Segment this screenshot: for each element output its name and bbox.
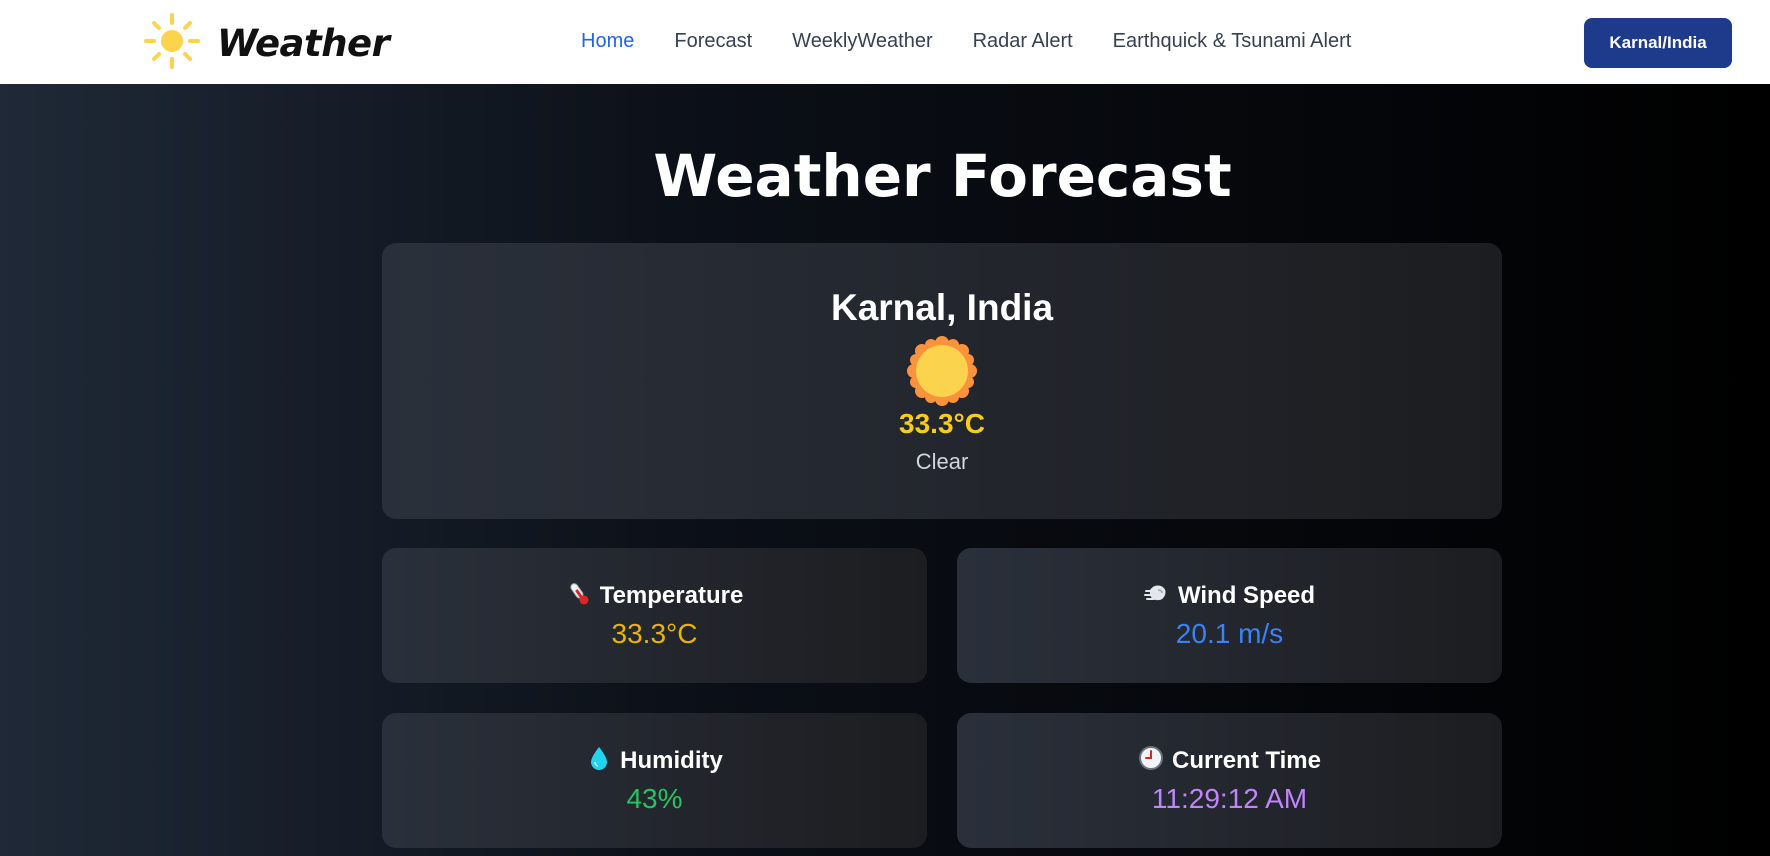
clock-icon: [1138, 745, 1164, 776]
temperature-value: 33.3°C: [611, 618, 698, 649]
current-time-card: Current Time 11:29:12 AM: [957, 713, 1502, 848]
nav-weekly-weather[interactable]: WeeklyWeather: [792, 30, 932, 53]
droplet-icon: [586, 745, 612, 776]
current-temperature: 33.3°C: [899, 408, 985, 439]
current-weather-card: Karnal, India 33.3°C Clear: [382, 243, 1502, 519]
weather-condition: Clear: [915, 449, 969, 474]
nav-radar-alert[interactable]: Radar Alert: [973, 30, 1073, 53]
page-title: Weather Forecast: [653, 142, 1232, 210]
location-button[interactable]: Karnal/India: [1584, 18, 1732, 68]
humidity-value: 43%: [626, 783, 683, 814]
current-time-value: 11:29:12 AM: [1151, 783, 1308, 814]
main-nav: Home Forecast WeeklyWeather Radar Alert …: [581, 30, 1351, 53]
humidity-card: Humidity 43%: [382, 713, 927, 848]
navbar: Weather Home Forecast WeeklyWeather Rada…: [0, 0, 1770, 84]
main-content: Weather Forecast Karnal, India 33.3°C Cl…: [0, 84, 1770, 856]
nav-forecast[interactable]: Forecast: [674, 30, 752, 53]
sun-icon: [904, 333, 980, 409]
wind-speed-label: Wind Speed: [1177, 581, 1316, 609]
humidity-label: Humidity: [620, 746, 723, 774]
nav-earthquake-tsunami-alert[interactable]: Earthquick & Tsunami Alert: [1113, 30, 1352, 53]
thermometer-icon: [566, 580, 592, 611]
brand[interactable]: Weather: [143, 12, 390, 75]
nav-home[interactable]: Home: [581, 30, 634, 53]
sun-icon: [143, 12, 201, 75]
wind-speed-card: Wind Speed 20.1 m/s: [957, 548, 1502, 683]
wind-icon: [1143, 580, 1170, 611]
wind-speed-value: 20.1 m/s: [1175, 618, 1284, 649]
current-time-label: Current Time: [1172, 746, 1321, 774]
brand-name: Weather: [217, 21, 390, 65]
city-name: Karnal, India: [830, 287, 1054, 328]
temperature-card: Temperature 33.3°C: [382, 548, 927, 683]
temperature-label: Temperature: [599, 581, 744, 609]
